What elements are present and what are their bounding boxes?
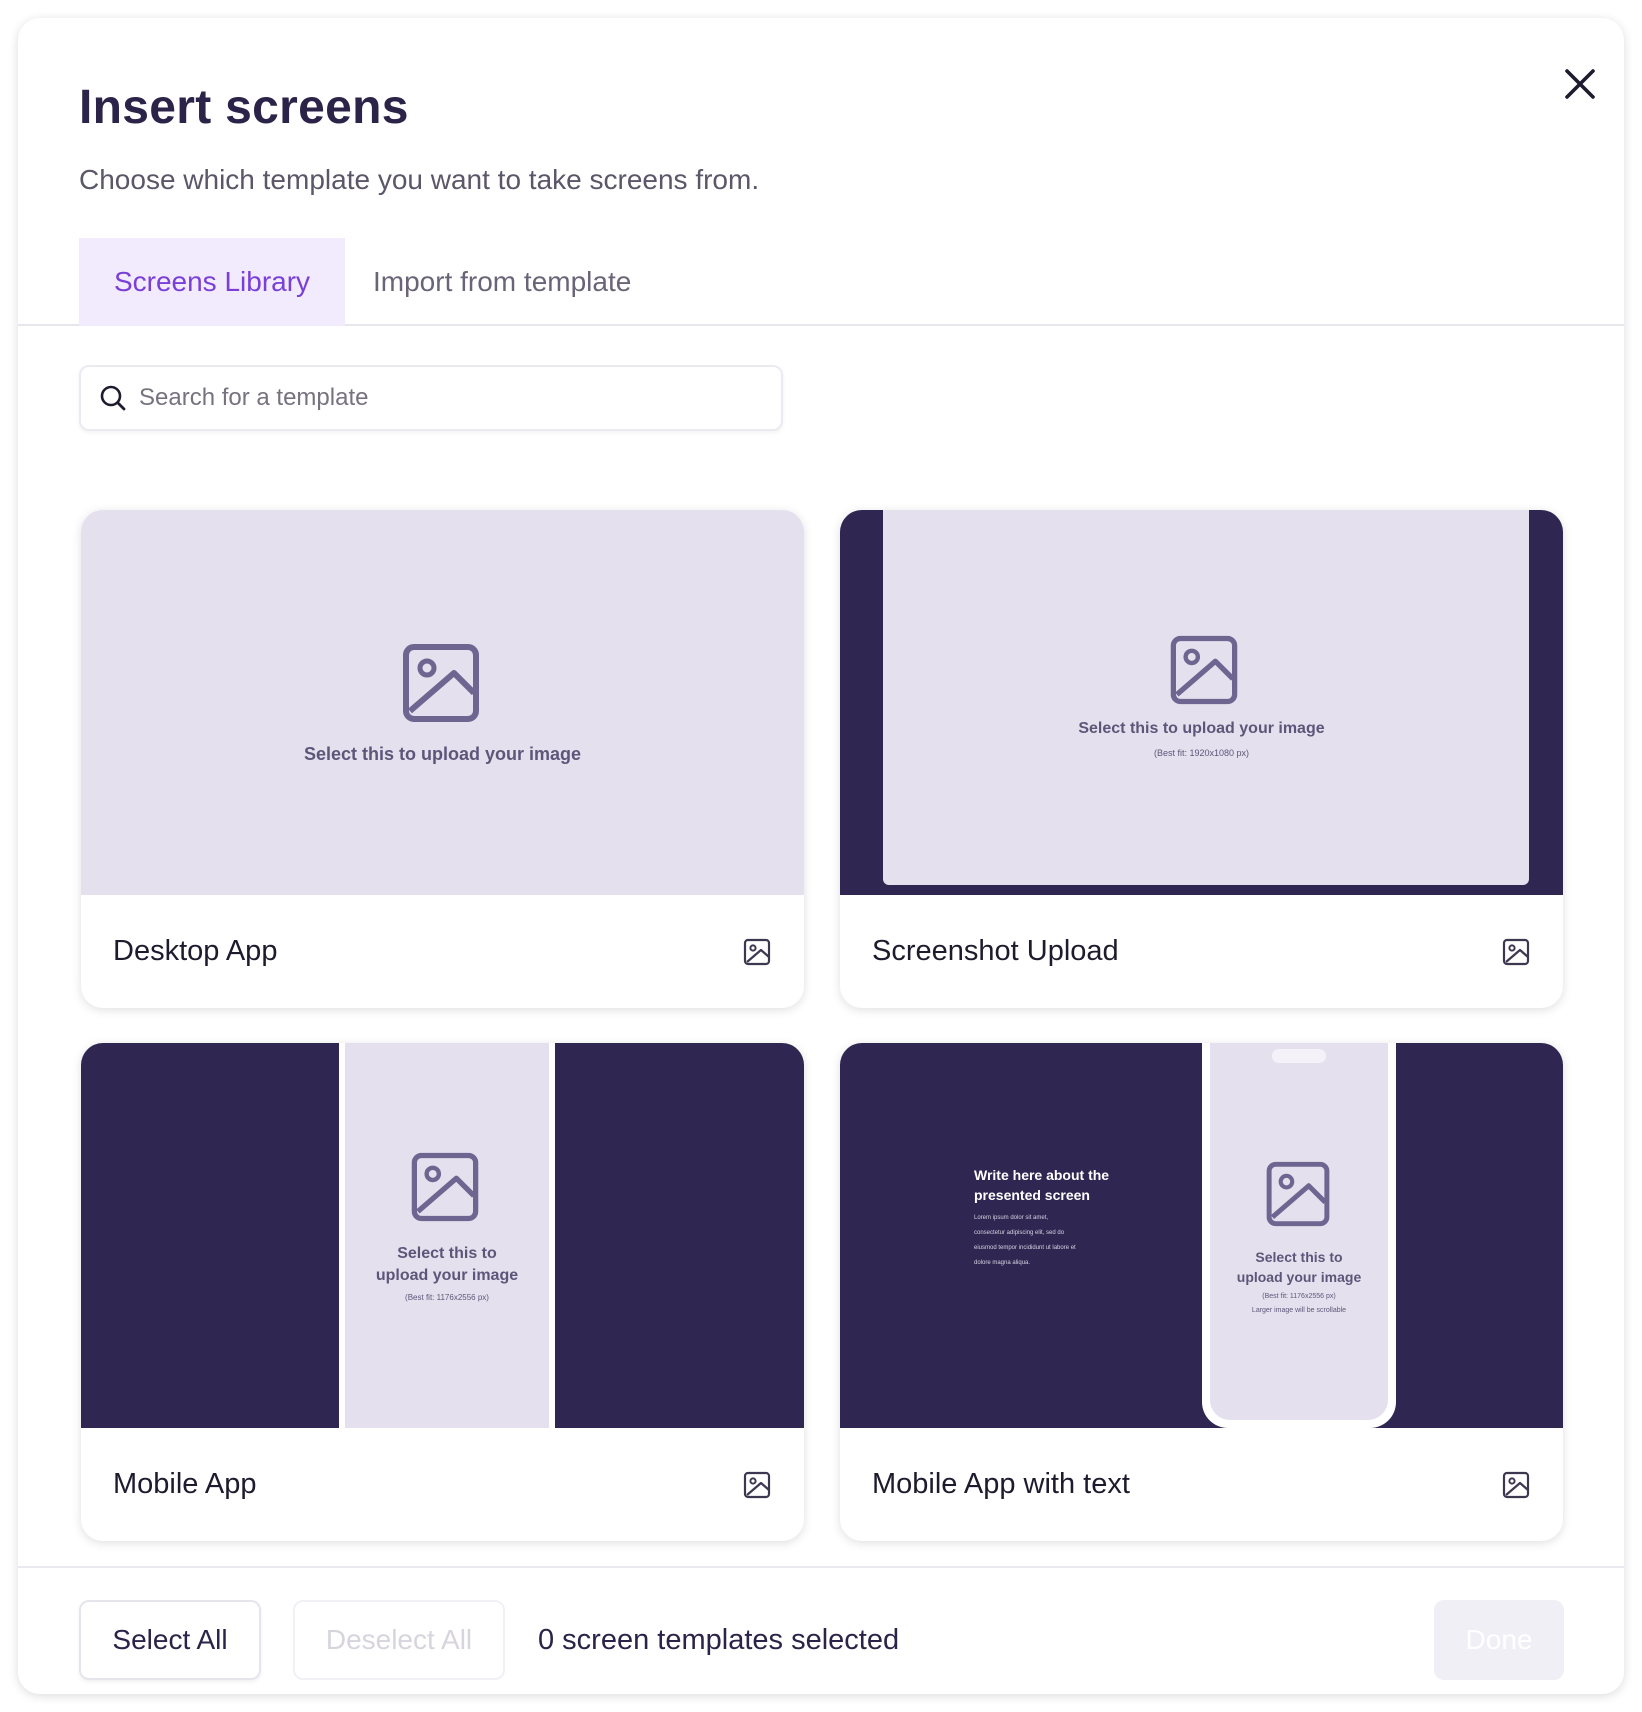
preview-heading-line-2: presented screen <box>974 1187 1090 1203</box>
card-footer: Desktop App <box>81 895 804 1008</box>
search-box <box>79 365 783 431</box>
phone-screen <box>1210 1043 1388 1420</box>
done-button[interactable]: Done <box>1434 1600 1564 1680</box>
tab-screens-library[interactable]: Screens Library <box>79 238 345 326</box>
preview-caption-1: Select this to <box>1255 1249 1343 1265</box>
preview-body-line-2: consectetur adipiscing elit, sed do <box>974 1230 1065 1236</box>
dialog-subtitle: Choose which template you want to take s… <box>79 164 760 195</box>
preview-caption-2: upload your image <box>1236 1269 1362 1285</box>
preview-body-line-3: eiusmod tempor incididunt ut labore et <box>974 1245 1076 1251</box>
dialog-title: Insert screens <box>79 81 409 134</box>
preview-body-line-4: dolore magna aliqua. <box>974 1260 1031 1266</box>
phone-notch <box>1272 1049 1326 1063</box>
preview-body-text: Lorem ipsum dolor sit amet, consectetur … <box>974 1211 1154 1271</box>
deselect-all-button[interactable]: Deselect All <box>293 1600 505 1680</box>
image-placeholder-icon <box>1170 635 1238 705</box>
template-preview: Select this to upload your image (Best f… <box>81 1043 804 1428</box>
preview-best-fit: (Best fit: 1176x2556 px) <box>405 1293 489 1302</box>
close-button[interactable] <box>1550 54 1610 114</box>
template-card-screenshot-upload[interactable]: Select this to upload your image (Best f… <box>840 510 1563 1008</box>
template-preview: Select this to upload your image <box>81 510 804 895</box>
preview-scroll-note: Larger image will be scrollable <box>1251 1307 1347 1314</box>
image-icon <box>1502 1471 1530 1498</box>
preview-caption-1: Select this to <box>397 1245 497 1262</box>
insert-screens-dialog: Insert screens Choose which template you… <box>18 18 1624 1694</box>
card-footer: Mobile App <box>81 1428 804 1541</box>
preview-caption: Select this to upload your image <box>303 744 582 764</box>
template-preview: Select this to upload your image (Best f… <box>840 510 1563 895</box>
template-name: Mobile App with text <box>872 1468 1130 1500</box>
preview-caption: Select this to upload your image <box>1078 720 1325 737</box>
image-placeholder-icon <box>411 1152 479 1222</box>
image-icon <box>1502 938 1530 965</box>
phone-screen <box>345 1043 549 1428</box>
template-card-mobile-app[interactable]: Select this to upload your image (Best f… <box>81 1043 804 1541</box>
preview-heading-line-1: Write here about the <box>974 1167 1110 1183</box>
image-placeholder-icon <box>403 644 479 722</box>
preview-body-line-1: Lorem ipsum dolor sit amet, <box>974 1215 1049 1221</box>
search-input[interactable] <box>139 384 739 412</box>
preview-best-fit: (Best fit: 1176x2556 px) <box>1262 1293 1336 1300</box>
tab-import-from-template[interactable]: Import from template <box>363 238 663 326</box>
card-footer: Screenshot Upload <box>840 895 1563 1008</box>
template-name: Mobile App <box>113 1468 257 1500</box>
search-icon <box>100 385 126 411</box>
image-icon <box>743 938 771 965</box>
image-placeholder-icon <box>1266 1161 1330 1227</box>
tab-bar: Screens Library Import from template <box>18 238 1624 326</box>
template-name: Desktop App <box>113 935 278 967</box>
image-icon <box>743 1471 771 1498</box>
preview-caption-2: upload your image <box>375 1267 519 1284</box>
preview-heading: Write here about the presented screen <box>974 1165 1144 1205</box>
preview-best-fit: (Best fit: 1920x1080 px) <box>1153 748 1250 758</box>
template-card-desktop-app[interactable]: Select this to upload your image Desktop… <box>81 510 804 1008</box>
close-icon <box>1565 69 1595 99</box>
template-card-mobile-app-with-text[interactable]: Write here about the presented screen Lo… <box>840 1043 1563 1541</box>
template-preview: Write here about the presented screen Lo… <box>840 1043 1563 1428</box>
template-name: Screenshot Upload <box>872 935 1119 967</box>
card-footer: Mobile App with text <box>840 1428 1563 1541</box>
select-all-button[interactable]: Select All <box>79 1600 261 1680</box>
selection-count: 0 screen templates selected <box>538 1623 900 1656</box>
dialog-footer: Select All Deselect All 0 screen templat… <box>18 1566 1624 1694</box>
